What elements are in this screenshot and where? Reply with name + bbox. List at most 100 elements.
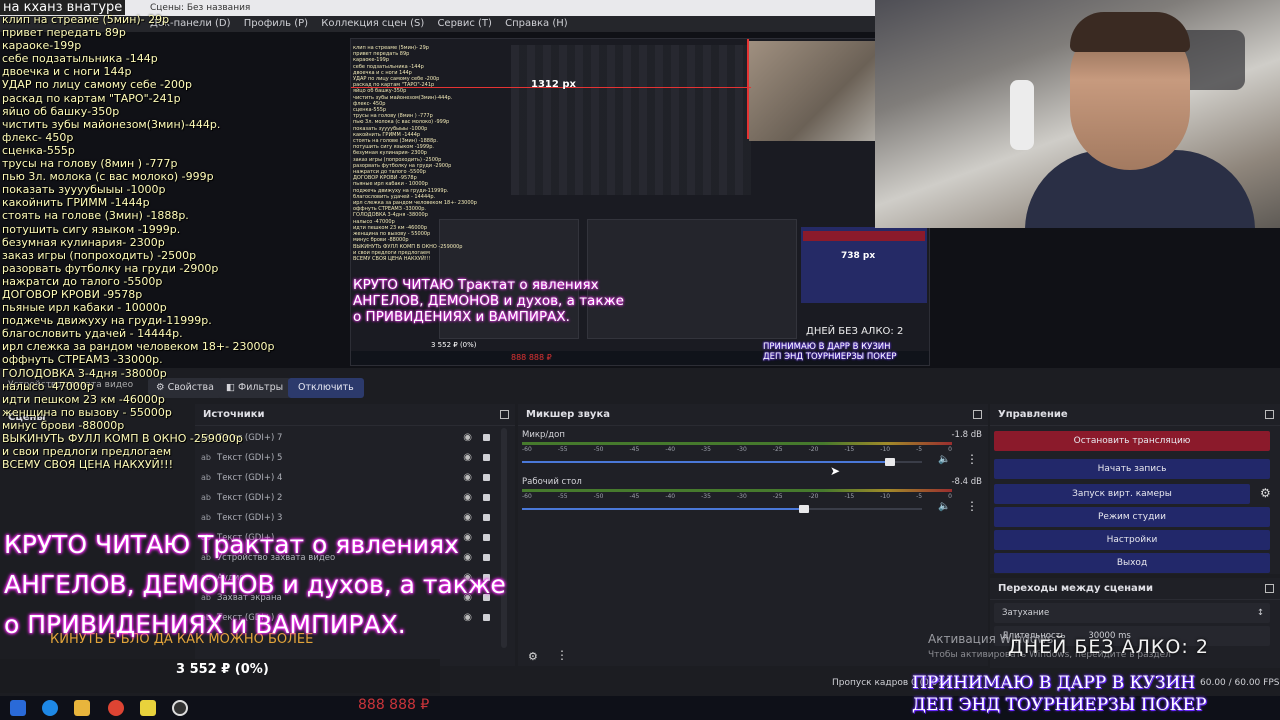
sober-days-counter: ДНЕЙ БЕЗ АЛКО: 2 bbox=[1008, 636, 1209, 658]
volume-fill bbox=[522, 461, 885, 463]
price-item: раскад по картам "ТАРО"-241р bbox=[2, 91, 181, 105]
virtual-camera-settings-icon[interactable]: ⚙ bbox=[1260, 486, 1271, 500]
visibility-eye-icon[interactable]: ◉ bbox=[463, 428, 472, 448]
transitions-header: Переходы между сценами bbox=[990, 578, 1280, 600]
price-item: и свои предлоги предлогаем bbox=[2, 445, 172, 459]
dar-line-1: ПРИНИМАЮ В ДАРР В КУЗИН bbox=[912, 673, 1196, 693]
lock-icon[interactable] bbox=[483, 434, 490, 441]
mixer-menu-icon[interactable]: ⋮ bbox=[556, 648, 568, 662]
control-header: Управление bbox=[990, 404, 1280, 426]
folder-icon[interactable] bbox=[74, 700, 90, 716]
source-label: Текст (GDI+) 3 bbox=[217, 513, 283, 523]
volume-slider[interactable] bbox=[522, 458, 922, 466]
price-item: какойнить ГРИММ -1444р bbox=[2, 196, 150, 210]
volume-knob[interactable] bbox=[799, 505, 809, 513]
price-item: женщина по вызову - 55000р bbox=[2, 405, 172, 419]
meter-tick: -10 bbox=[880, 493, 891, 500]
source-label: Текст (GDI+) 2 bbox=[217, 493, 283, 503]
app-icon[interactable] bbox=[140, 700, 156, 716]
announcement-line-3: о ПРИВИДЕНИЯХ и ВАМПИРАХ. bbox=[4, 610, 406, 639]
volume-slider[interactable] bbox=[522, 505, 922, 513]
meter-tick: -60 bbox=[522, 493, 532, 500]
announcement-line-2: АНГЕЛОВ, ДЕМОНОВ и духов, а также bbox=[4, 570, 506, 599]
virtual-camera-button[interactable]: Запуск вирт. камеры bbox=[994, 484, 1250, 504]
meter-tick: -5 bbox=[916, 446, 923, 453]
source-label: Текст (GDI+) 4 bbox=[217, 473, 283, 483]
volume-knob[interactable] bbox=[885, 458, 895, 466]
disconnect-button[interactable]: Отключить bbox=[288, 378, 364, 398]
nested-888: 888 888 ₽ bbox=[511, 353, 552, 362]
fps-readout: 60.00 / 60.00 FPS bbox=[1200, 678, 1280, 688]
meter-tick: -25 bbox=[772, 446, 783, 453]
price-item: пью 3л. молока (с вас молоко) -999р bbox=[2, 170, 214, 184]
meter-scale: -60 -55 -50 -45 -40 -35 -30 -25 -20 -15 -10 -5 0 bbox=[522, 493, 952, 500]
lock-icon[interactable] bbox=[483, 474, 490, 481]
stop-stream-button[interactable]: Остановить трансляцию bbox=[994, 431, 1270, 451]
price-item: сценка-555р bbox=[2, 143, 75, 157]
nested-dar: ПРИНИМАЮ В ДАРР В КУЗИН ДЕП ЭНД ТОУРНИЕР… bbox=[763, 342, 897, 362]
price-item: привет передать 89р bbox=[2, 26, 126, 40]
obs-icon[interactable] bbox=[172, 700, 188, 716]
price-item: флекс- 450р bbox=[2, 130, 74, 144]
streamer-hair bbox=[1070, 12, 1190, 52]
meter-tick: -20 bbox=[808, 446, 819, 453]
price-item: безумная кулинария- 2300р bbox=[2, 235, 165, 249]
price-item: трусы на голову (8мин ) -777р bbox=[2, 157, 178, 171]
menu-tools[interactable]: Сервис (T) bbox=[437, 18, 491, 29]
control-dock: Управление Остановить трансляцию Начать … bbox=[990, 404, 1280, 574]
volume-fill bbox=[522, 508, 799, 510]
webcam-feed bbox=[875, 0, 1280, 228]
meter-tick: -45 bbox=[629, 446, 640, 453]
speaker-icon[interactable]: 🔈 bbox=[938, 501, 950, 512]
transition-select[interactable]: Затухание ↕ bbox=[994, 603, 1270, 623]
edge-icon[interactable] bbox=[42, 700, 58, 716]
studio-mode-button[interactable]: Режим студии bbox=[994, 507, 1270, 527]
meter-tick: -50 bbox=[593, 446, 604, 453]
undock-icon[interactable] bbox=[1265, 410, 1274, 419]
meter-tick: -30 bbox=[736, 493, 747, 500]
nested-alko: ДНЕЙ БЕЗ АЛКО: 2 bbox=[806, 326, 904, 337]
price-item: ДОГОВОР КРОВИ -9578р bbox=[2, 287, 143, 301]
visibility-eye-icon[interactable]: ◉ bbox=[463, 488, 472, 508]
speaker-icon[interactable]: 🔈 bbox=[938, 454, 950, 465]
price-item: УДАР по лицу самому себе -200р bbox=[2, 78, 192, 92]
lock-icon[interactable] bbox=[483, 454, 490, 461]
lock-icon[interactable] bbox=[483, 514, 490, 521]
channel-menu-icon[interactable]: ⋮ bbox=[966, 499, 978, 513]
meter-tick: -25 bbox=[772, 493, 783, 500]
dar-line-2: ДЕП ЭНД ТОУРНИЕРЗЫ ПОКЕР bbox=[912, 695, 1207, 715]
meter-tick: -35 bbox=[701, 493, 711, 500]
meter-tick: -5 bbox=[916, 493, 923, 500]
text-source-icon: ab bbox=[201, 493, 211, 502]
undock-icon[interactable] bbox=[973, 410, 982, 419]
meter-tick: -15 bbox=[844, 446, 855, 453]
lock-icon[interactable] bbox=[483, 494, 490, 501]
meter-scale: -60 -55 -50 -45 -40 -35 -30 -25 -20 -15 -10 -5 0 bbox=[522, 446, 952, 453]
price-item: стоять на голове (3мин) -1888р. bbox=[2, 209, 189, 223]
rub-888: 888 888 ₽ bbox=[358, 697, 430, 713]
mixer-settings-icon[interactable]: ⚙ bbox=[528, 650, 538, 663]
nested-height-label: 738 px bbox=[841, 251, 876, 261]
price-item: идти пешком 23 км -46000р bbox=[2, 392, 165, 406]
menu-scene-collection[interactable]: Коллекция сцен (S) bbox=[321, 18, 424, 29]
meter-tick: -40 bbox=[665, 446, 676, 453]
chrome-icon[interactable] bbox=[108, 700, 124, 716]
visibility-eye-icon[interactable]: ◉ bbox=[463, 448, 472, 468]
exit-button[interactable]: Выход bbox=[994, 553, 1270, 573]
settings-button[interactable]: Настройки bbox=[994, 530, 1270, 550]
price-item: чистить зубы майонезом(3мин)-444р. bbox=[2, 117, 221, 131]
undock-icon[interactable] bbox=[500, 410, 509, 419]
undock-icon[interactable] bbox=[1265, 584, 1274, 593]
channel-menu-icon[interactable]: ⋮ bbox=[966, 452, 978, 466]
visibility-eye-icon[interactable]: ◉ bbox=[463, 468, 472, 488]
windows-start-icon[interactable] bbox=[10, 700, 26, 716]
price-item: оффнуть СТРЕАМЗ -33000р. bbox=[2, 353, 163, 367]
meter-tick: -35 bbox=[701, 446, 711, 453]
menu-help[interactable]: Справка (H) bbox=[505, 18, 568, 29]
meter-tick: 0 bbox=[948, 446, 952, 453]
start-record-button[interactable]: Начать запись bbox=[994, 459, 1270, 479]
audio-mixer-dock: Микшер звука Микр/доп -1.8 dB -60 -55 -50 -45… bbox=[518, 404, 988, 666]
meter-tick: -55 bbox=[557, 446, 568, 453]
source-row[interactable]: ab Текст (GDI+) 2 ◉ bbox=[195, 488, 510, 508]
price-item: пьяные ирл кабаки - 10000р bbox=[2, 301, 167, 315]
